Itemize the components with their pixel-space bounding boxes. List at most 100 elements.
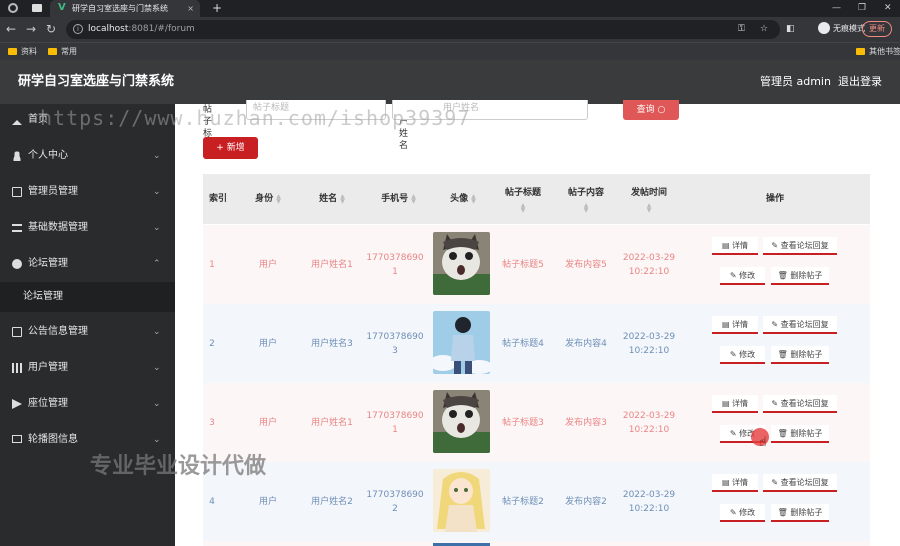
update-button[interactable]: 更新 <box>862 21 892 37</box>
header-label: 发帖时间 <box>630 187 667 198</box>
sort-icon[interactable]: ▲ ▼ <box>276 194 281 205</box>
file-icon: ▤ <box>721 320 730 329</box>
browser-tab-bar: V 研学自习室选座与门禁系统 × + — ❐ ✕ <box>0 0 900 17</box>
back-icon[interactable]: ← <box>6 22 16 36</box>
delete-button[interactable]: 🗑 删除帖子 <box>771 504 829 522</box>
bookmarks-bar: 资料 常用 其他书签 <box>0 42 900 60</box>
folder-icon <box>8 48 17 55</box>
header-label: 姓名 <box>319 194 338 204</box>
close-window-icon[interactable]: ✕ <box>884 0 892 16</box>
tab-close-icon[interactable]: × <box>187 0 194 17</box>
sidebar-item-label: 用户管理 <box>28 362 68 373</box>
delete-button[interactable]: 🗑 删除帖子 <box>771 346 829 364</box>
sort-icon[interactable]: ▲ ▼ <box>340 194 345 205</box>
cursor-hand-icon: ☝ <box>759 435 767 450</box>
view-replies-button[interactable]: ✎ 查看论坛回复 <box>763 316 837 334</box>
view-replies-button[interactable]: ✎ 查看论坛回复 <box>763 237 837 255</box>
bookmark-folder[interactable]: 资料 <box>8 46 37 58</box>
detail-button[interactable]: ▤ 详情 <box>712 237 758 255</box>
bookmark-folder[interactable]: 常用 <box>48 46 77 58</box>
sidebar-item-admin[interactable]: 管理员管理 ⌄ <box>0 177 175 207</box>
incognito-label[interactable]: 无痕模式 <box>818 21 865 37</box>
cell-name: 用户姓名1 <box>311 259 353 270</box>
detail-button[interactable]: ▤ 详情 <box>712 395 758 413</box>
add-button[interactable]: + 新增 <box>203 137 258 159</box>
sidebar-item-label: 轮播图信息 <box>28 434 78 445</box>
cell-content: 发布内容2 <box>565 496 607 507</box>
url-field[interactable]: i localhost:8081/#/forum <box>66 20 780 39</box>
column-header[interactable]: 发帖时间 ▲ ▼ <box>621 174 677 224</box>
delete-label: 删除帖子 <box>790 508 823 517</box>
trash-icon: 🗑 <box>777 350 788 359</box>
sidebar-item-notice[interactable]: 公告信息管理 ⌄ <box>0 317 175 347</box>
edit-button[interactable]: ✎ 修改 <box>720 504 765 522</box>
edit-label: 修改 <box>739 508 756 517</box>
column-header[interactable]: 身份 ▲ ▼ <box>243 174 293 224</box>
query-button[interactable]: 查询 ○ <box>623 100 679 120</box>
browser-tab[interactable]: V 研学自习室选座与门禁系统 × <box>50 0 200 17</box>
sort-icon[interactable]: ▲ ▼ <box>647 202 652 213</box>
user-icon <box>12 151 22 161</box>
sidebar-item-personal-center[interactable]: 个人中心 ⌄ <box>0 141 175 171</box>
file-icon: ▤ <box>721 399 730 408</box>
forward-icon[interactable]: → <box>26 22 36 36</box>
post-time: 10:22:10 <box>628 503 670 514</box>
edit-button[interactable]: ✎ 修改 <box>720 267 765 285</box>
detail-label: 详情 <box>732 399 749 408</box>
chart-icon <box>12 363 22 373</box>
sort-icon[interactable]: ▲ ▼ <box>521 202 526 213</box>
tab-search-icon[interactable] <box>32 4 42 12</box>
trash-icon: 🗑 <box>777 508 788 517</box>
sort-icon[interactable]: ▲ ▼ <box>471 194 476 205</box>
cell-phone: 1770378690 1 <box>366 410 424 435</box>
column-header[interactable]: 手机号 ▲ ▼ <box>366 174 431 224</box>
url-path: :8081/#/forum <box>128 24 195 34</box>
key-icon[interactable]: ⚿ <box>738 22 745 36</box>
detail-button[interactable]: ▤ 详情 <box>712 474 758 492</box>
column-header[interactable]: 头像 ▲ ▼ <box>433 174 493 224</box>
sidebar-item-forum[interactable]: 论坛管理 ⌃ <box>0 249 175 279</box>
column-header[interactable]: 姓名 ▲ ▼ <box>303 174 361 224</box>
column-header[interactable]: 帖子内容 ▲ ▼ <box>558 174 614 224</box>
table-header: 索引 身份 ▲ ▼ 姓名 ▲ ▼ 手机号 ▲ ▼ 头像 ▲ ▼ 帖子标题 ▲ ▼ 帖子内容 ▲ ▼ 发帖… <box>203 174 870 224</box>
table-row <box>203 541 870 546</box>
header-label: 身份 <box>255 194 274 204</box>
sidebar-toggle-icon[interactable]: ◧ <box>786 22 795 36</box>
browser-menu-icon[interactable] <box>8 3 18 13</box>
new-tab-icon[interactable]: + <box>212 0 222 16</box>
sidebar-subitem-forum-manage[interactable]: 论坛管理 <box>0 282 175 312</box>
view-replies-button[interactable]: ✎ 查看论坛回复 <box>763 474 837 492</box>
site-info-icon[interactable]: i <box>73 24 83 34</box>
detail-button[interactable]: ▤ 详情 <box>712 316 758 334</box>
chevron-down-icon: ⌄ <box>153 223 161 233</box>
reload-icon[interactable]: ↻ <box>46 22 56 36</box>
chevron-down-icon: ⌄ <box>153 151 161 161</box>
notice-icon <box>12 327 22 337</box>
search-icon: ○ <box>657 105 666 115</box>
sidebar-item-users[interactable]: 用户管理 ⌄ <box>0 353 175 383</box>
star-icon[interactable]: ☆ <box>760 22 768 36</box>
chevron-down-icon: ⌄ <box>153 327 161 337</box>
cell-time: 2022-03-29 10:22:10 <box>617 225 681 304</box>
delete-button[interactable]: 🗑 删除帖子 <box>771 267 829 285</box>
other-bookmarks[interactable]: 其他书签 <box>856 46 900 58</box>
edit-button[interactable]: ✎ 修改 <box>720 346 765 364</box>
logout-link[interactable]: 退出登录 <box>838 60 882 104</box>
chevron-down-icon: ⌄ <box>153 399 161 409</box>
view-replies-label: 查看论坛回复 <box>780 399 829 408</box>
folder-icon <box>856 48 865 55</box>
sidebar-item-seats[interactable]: 座位管理 ⌄ <box>0 389 175 419</box>
detail-label: 详情 <box>732 320 749 329</box>
minimize-icon[interactable]: — <box>832 0 841 16</box>
sort-icon[interactable]: ▲ ▼ <box>584 202 589 213</box>
sort-icon[interactable]: ▲ ▼ <box>411 194 416 205</box>
column-header[interactable]: 帖子标题 ▲ ▼ <box>495 174 551 224</box>
table-row: 2 用户 用户姓名3 1770378690 3 帖子标题4 发布内容4 2022… <box>203 304 870 383</box>
view-replies-button[interactable]: ✎ 查看论坛回复 <box>763 395 837 413</box>
header-label: 操作 <box>765 194 784 204</box>
delete-button[interactable]: 🗑 删除帖子 <box>771 425 829 443</box>
bookmark-label: 常用 <box>61 47 77 56</box>
maximize-icon[interactable]: ❐ <box>858 0 866 16</box>
sidebar-item-basic-data[interactable]: 基础数据管理 ⌄ <box>0 213 175 243</box>
post-time: 10:22:10 <box>628 424 670 435</box>
